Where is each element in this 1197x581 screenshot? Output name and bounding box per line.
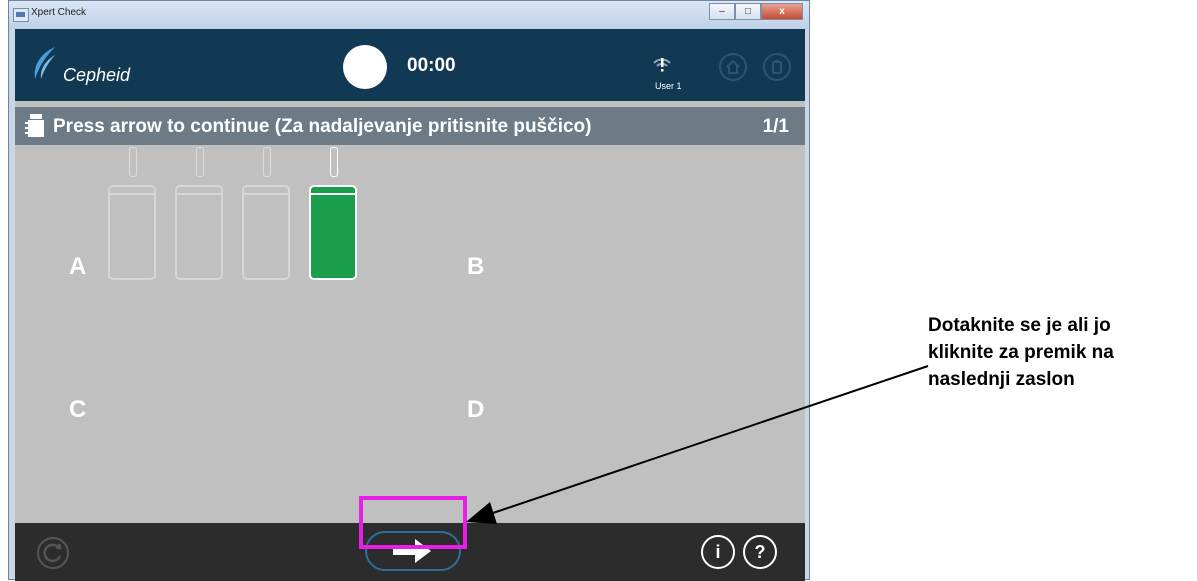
quadrant-label-d: D	[467, 396, 485, 423]
module-slot-4-selected[interactable]	[309, 185, 357, 280]
run-status-indicator	[343, 45, 387, 89]
next-button-highlight	[359, 496, 467, 549]
home-icon	[726, 59, 740, 74]
app-window: Xpert Check – □ x Cepheid 00:00 User 1 P…	[8, 0, 810, 581]
module-tube-4	[330, 147, 338, 177]
home-button[interactable]	[719, 53, 747, 81]
cepheid-swoosh-icon	[34, 47, 55, 79]
help-button[interactable]: ?	[743, 535, 777, 569]
window-controls: – □ x	[709, 3, 803, 21]
cartridge-icon	[772, 60, 782, 74]
cartridge-nav-button[interactable]	[763, 53, 791, 81]
page-counter: 1/1	[762, 116, 789, 137]
module-tube-3	[263, 147, 271, 177]
maximize-button[interactable]: □	[735, 3, 761, 20]
window-title: Xpert Check	[31, 7, 87, 18]
user-label: User 1	[655, 81, 682, 91]
info-button[interactable]: i	[701, 535, 735, 569]
cepheid-logo: Cepheid	[27, 43, 157, 89]
module-tube-2	[196, 147, 204, 177]
module-slot-1[interactable]	[108, 185, 156, 280]
cartridge-icon	[25, 114, 44, 137]
quadrant-label-b: B	[467, 253, 485, 280]
logo-text: Cepheid	[63, 65, 131, 85]
module-slot-3[interactable]	[242, 185, 290, 280]
close-button[interactable]: x	[761, 3, 803, 20]
refresh-button[interactable]	[37, 537, 69, 569]
annotation-callout: Dotaknite se je ali jo kliknite za premi…	[928, 312, 1196, 393]
quadrant-label-c: C	[69, 396, 87, 423]
app-header: Cepheid 00:00 User 1	[15, 29, 805, 101]
app-window-icon	[13, 8, 29, 22]
refresh-icon	[43, 543, 62, 563]
instruction-bar: Press arrow to continue (Za nadaljevanje…	[15, 107, 805, 145]
wifi-alert-icon	[653, 58, 671, 72]
timer: 00:00	[407, 55, 456, 76]
callout-line-2: kliknite za premik na	[928, 342, 1114, 363]
callout-line-3: naslednji zaslon	[928, 369, 1075, 390]
module-tube-1	[129, 147, 137, 177]
callout-line-1: Dotaknite se je ali jo	[928, 315, 1111, 336]
quadrant-label-a: A	[69, 253, 87, 280]
minimize-button[interactable]: –	[709, 3, 735, 20]
module-slot-2[interactable]	[175, 185, 223, 280]
window-titlebar[interactable]: Xpert Check – □ x	[9, 1, 809, 29]
instruction-text: Press arrow to continue (Za nadaljevanje…	[53, 116, 592, 137]
